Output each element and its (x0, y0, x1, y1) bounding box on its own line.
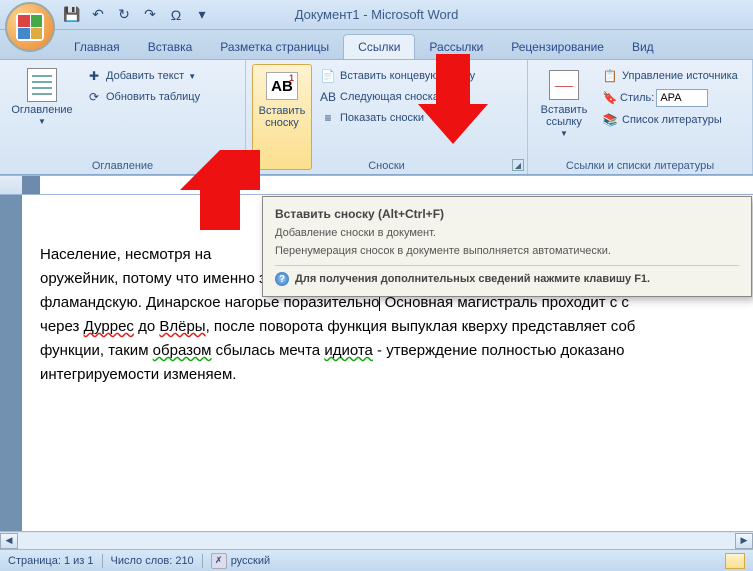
add-text-label: Добавить текст (106, 70, 184, 82)
show-notes-icon: ≡ (320, 110, 336, 126)
spell-error: Влёры (159, 318, 205, 335)
bibliography-button[interactable]: 📚 Список литературы (598, 110, 742, 130)
insert-footnote-button[interactable]: AB1 Вставить сноску (252, 64, 312, 170)
tab-insert[interactable]: Вставка (134, 35, 207, 59)
view-mode-button[interactable] (725, 553, 745, 569)
redo-button[interactable]: ↷ (138, 4, 162, 26)
screentip-title: Вставить сноску (Alt+Ctrl+F) (275, 207, 739, 221)
next-footnote-icon: AB (320, 89, 336, 105)
horizontal-ruler[interactable] (0, 175, 753, 195)
tab-home[interactable]: Главная (60, 35, 134, 59)
grammar-error: идиота (324, 342, 373, 359)
doc-text: до (134, 318, 159, 335)
toc-button-label: Оглавление (11, 104, 72, 116)
title-bar: 💾 ↶ ↻ ↷ Ω ▾ Документ1 - Microsoft Word (0, 0, 753, 30)
horizontal-scrollbar[interactable]: ◀ ▶ (0, 531, 753, 549)
office-logo-icon (16, 13, 44, 41)
doc-text: интегрируемости изменяем. (40, 366, 236, 383)
screentip-help-text: Для получения дополнительных сведений на… (295, 273, 650, 285)
language-indicator[interactable]: русский (231, 555, 270, 567)
insert-citation-label: Вставить ссылку (536, 104, 592, 128)
footnote-icon: AB1 (266, 72, 298, 100)
save-icon: 💾 (63, 6, 80, 23)
manage-sources-icon: 📋 (602, 68, 618, 84)
doc-text: через (40, 318, 84, 335)
bibliography-icon: 📚 (602, 112, 618, 128)
screentip-desc: Добавление сноски в документ. (275, 227, 739, 239)
screentip-help: ? Для получения дополнительных сведений … (275, 265, 739, 286)
style-label: Стиль: (620, 92, 654, 104)
qat-customize-button[interactable]: ▾ (190, 4, 214, 26)
citation-icon: — (549, 70, 579, 100)
tab-view[interactable]: Вид (618, 35, 668, 59)
style-select[interactable] (656, 89, 708, 107)
status-bar: Страница: 1 из 1 Число слов: 210 ✗ русск… (0, 549, 753, 571)
endnote-icon: 📄 (320, 68, 336, 84)
redo-icon: ↷ (144, 6, 156, 23)
group-citations-label: Ссылки и списки литературы (528, 160, 752, 172)
separator (102, 554, 103, 568)
doc-text: , после поворота функция выпуклая кверху… (206, 318, 636, 335)
scroll-right-button[interactable]: ▶ (735, 533, 753, 549)
bibliography-label: Список литературы (622, 114, 722, 126)
update-table-label: Обновить таблицу (106, 91, 200, 103)
repeat-button[interactable]: ↻ (112, 4, 136, 26)
scroll-left-button[interactable]: ◀ (0, 533, 18, 549)
manage-sources-button[interactable]: 📋 Управление источника (598, 66, 742, 86)
grammar-error: образом (153, 342, 212, 359)
doc-text: сбылась мечта (212, 342, 325, 359)
undo-button[interactable]: ↶ (86, 4, 110, 26)
style-icon: 🔖 (602, 90, 618, 106)
manage-sources-label: Управление источника (622, 70, 738, 82)
footnotes-dialog-launcher[interactable]: ◢ (512, 159, 524, 171)
add-text-icon: ✚ (86, 68, 102, 84)
group-footnotes-label: Сноски (246, 160, 527, 172)
insert-footnote-label: Вставить сноску (255, 105, 309, 129)
show-notes-label: Показать сноски (340, 112, 424, 124)
omega-icon: Ω (171, 7, 181, 23)
screentip-desc2: Перенумерация сносок в документе выполня… (275, 245, 739, 257)
tab-layout[interactable]: Разметка страницы (206, 35, 343, 59)
chevron-down-icon: ▾ (198, 6, 205, 23)
annotation-arrow-left (180, 150, 260, 230)
toc-button[interactable]: Оглавление ▼ (6, 64, 78, 170)
separator (202, 554, 203, 568)
chevron-down-icon: ▼ (38, 117, 46, 126)
citation-style-field: 🔖 Стиль: (598, 87, 742, 109)
proofing-icon[interactable]: ✗ (211, 553, 227, 569)
chevron-down-icon: ▼ (188, 72, 196, 81)
ribbon-tabs: Главная Вставка Разметка страницы Ссылки… (0, 30, 753, 60)
insert-citation-button[interactable]: — Вставить ссылку ▼ (534, 64, 594, 170)
page-indicator[interactable]: Страница: 1 из 1 (8, 555, 94, 567)
save-button[interactable]: 💾 (60, 4, 84, 26)
doc-text: функции, таким (40, 342, 153, 359)
doc-text: - утверждение полностью доказано (373, 342, 625, 359)
add-text-button[interactable]: ✚ Добавить текст ▼ (82, 66, 204, 86)
tab-review[interactable]: Рецензирование (497, 35, 618, 59)
symbol-button[interactable]: Ω (164, 4, 188, 26)
ribbon: Оглавление ▼ ✚ Добавить текст ▼ ⟳ Обнови… (0, 60, 753, 175)
left-margin (0, 195, 22, 531)
group-citations: — Вставить ссылку ▼ 📋 Управление источни… (528, 60, 753, 174)
update-icon: ⟳ (86, 89, 102, 105)
screentip: Вставить сноску (Alt+Ctrl+F) Добавление … (262, 196, 752, 297)
office-button[interactable] (5, 2, 55, 52)
doc-text: Население, несмотря на (40, 246, 211, 263)
chevron-down-icon: ▼ (560, 129, 568, 138)
update-table-button[interactable]: ⟳ Обновить таблицу (82, 87, 204, 107)
quick-access-toolbar: 💾 ↶ ↻ ↷ Ω ▾ (60, 4, 214, 26)
undo-icon: ↶ (92, 6, 104, 23)
help-icon: ? (275, 272, 289, 286)
tab-references[interactable]: Ссылки (343, 34, 415, 59)
repeat-icon: ↻ (118, 6, 130, 23)
annotation-arrow-right (418, 54, 488, 144)
spell-error: Дуррес (84, 318, 134, 335)
scroll-track[interactable] (18, 533, 735, 549)
word-count[interactable]: Число слов: 210 (111, 555, 194, 567)
window-title: Документ1 - Microsoft Word (295, 7, 459, 22)
toc-icon (27, 68, 57, 102)
